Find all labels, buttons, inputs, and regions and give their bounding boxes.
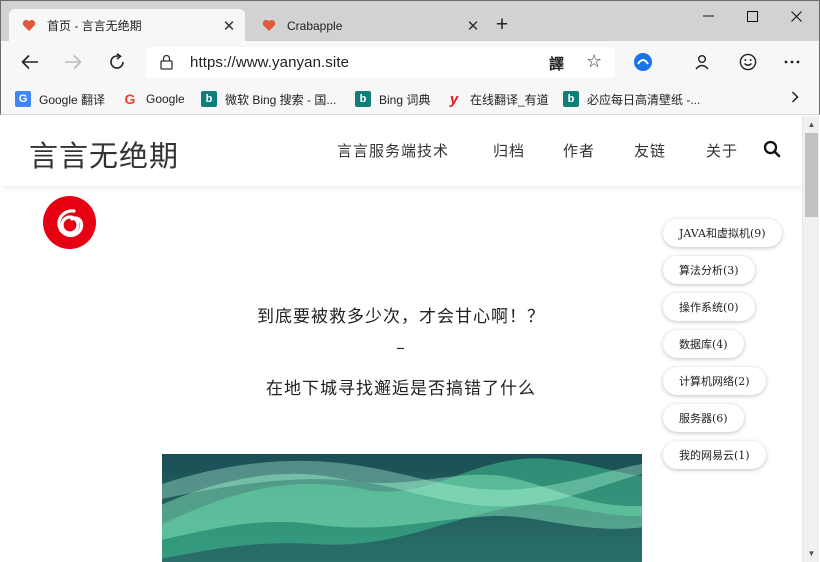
emoji-feedback-icon[interactable] — [732, 47, 764, 77]
favorite-label: Bing 词典 — [379, 92, 431, 107]
close-tab-icon[interactable]: ✕ — [219, 16, 239, 36]
tab-home[interactable]: 首页 - 言言无绝期 ✕ — [9, 9, 245, 42]
scroll-up-arrow-icon[interactable]: ▲ — [803, 116, 820, 133]
site-title[interactable]: 言言无绝期 — [29, 133, 179, 175]
url-text[interactable]: https://www.yanyan.site — [190, 54, 349, 71]
google-icon: G — [124, 91, 136, 107]
translate-icon[interactable]: 譯 — [549, 53, 564, 74]
favorite-label: 微软 Bing 搜索 - 国... — [225, 92, 337, 107]
title-bar: 首页 - 言言无绝期 ✕ Crabapple ✕ + — [0, 0, 820, 42]
tab-title: 首页 - 言言无绝期 — [47, 19, 142, 33]
forward-button[interactable] — [57, 47, 89, 77]
nav-link-friends[interactable]: 友链 — [634, 140, 666, 161]
refresh-button[interactable] — [101, 47, 133, 77]
favorite-label: 必应每日高清壁纸 -... — [587, 92, 701, 107]
favorite-google[interactable]: G Google — [122, 89, 185, 109]
category-algorithms[interactable]: 算法分析(3) — [663, 256, 755, 284]
favorite-star-icon[interactable]: ☆ — [586, 51, 602, 72]
favorite-bing-search[interactable]: b 微软 Bing 搜索 - 国... — [201, 89, 336, 109]
favorite-label: Google 翻译 — [39, 92, 106, 107]
netease-music-icon[interactable] — [43, 196, 96, 249]
category-java-jvm[interactable]: JAVA和虚拟机(9) — [663, 219, 782, 247]
nav-link-about[interactable]: 关于 — [706, 140, 738, 161]
address-bar[interactable]: https://www.yanyan.site 譯 ☆ — [146, 47, 615, 78]
minimize-button[interactable] — [685, 1, 731, 31]
lock-icon[interactable] — [160, 54, 173, 75]
google-translate-icon: G — [15, 91, 31, 107]
more-menu-icon[interactable] — [776, 47, 808, 77]
nav-link-server-tech[interactable]: 言言服务端技术 — [337, 140, 449, 161]
maximize-button[interactable] — [729, 1, 775, 31]
favorite-label: Google — [146, 92, 185, 106]
category-databases[interactable]: 数据库(4) — [663, 330, 744, 358]
back-button[interactable] — [14, 47, 46, 77]
close-tab-icon[interactable]: ✕ — [463, 16, 483, 36]
bing-icon: b — [355, 91, 371, 107]
category-operating-systems[interactable]: 操作系统(0) — [663, 293, 755, 321]
chevron-right-icon[interactable] — [785, 88, 805, 110]
tab-crabapple[interactable]: Crabapple ✕ — [249, 9, 489, 42]
profile-icon[interactable] — [686, 47, 718, 77]
heart-favicon-icon — [21, 18, 37, 34]
category-netease-music[interactable]: 我的网易云(1) — [663, 441, 766, 469]
site-header: 言言无绝期 言言服务端技术 归档 作者 友链 关于 — [1, 116, 802, 186]
bing-icon: b — [201, 91, 217, 107]
quote-line-1: 到底要被救多少次，才会甘心啊！？ — [257, 307, 545, 327]
window-close-button[interactable] — [773, 1, 819, 31]
tab-title: Crabapple — [287, 18, 343, 33]
bing-icon: b — [563, 91, 579, 107]
extension-icon[interactable] — [627, 47, 659, 77]
favorite-youdao[interactable]: y 在线翻译_有道 — [446, 89, 549, 109]
quote-line-2: 在地下城寻找邂逅是否搞错了什么 — [266, 379, 536, 399]
scrollbar-thumb[interactable] — [805, 133, 818, 217]
heart-favicon-icon — [261, 18, 277, 34]
category-networks[interactable]: 计算机网络(2) — [663, 367, 766, 395]
nav-link-author[interactable]: 作者 — [563, 140, 595, 161]
favorites-bar: G Google 翻译 G Google b 微软 Bing 搜索 - 国...… — [0, 83, 820, 115]
favorite-label: 在线翻译_有道 — [470, 92, 549, 107]
youdao-icon: y — [449, 90, 459, 108]
aurora-hero-image — [162, 454, 642, 562]
category-servers[interactable]: 服务器(6) — [663, 404, 744, 432]
scroll-down-arrow-icon[interactable]: ▼ — [803, 545, 820, 562]
favorite-bing-dictionary[interactable]: b Bing 词典 — [355, 89, 430, 109]
favorite-google-translate[interactable]: G Google 翻译 — [15, 89, 105, 109]
nav-link-archive[interactable]: 归档 — [493, 140, 525, 161]
search-icon[interactable] — [763, 140, 781, 163]
quote-dash: – — [396, 338, 406, 358]
vertical-scrollbar[interactable]: ▲ ▼ — [802, 116, 819, 562]
browser-toolbar: https://www.yanyan.site 譯 ☆ — [0, 41, 820, 83]
new-tab-button[interactable]: + — [491, 14, 513, 36]
favorite-bing-wallpaper[interactable]: b 必应每日高清壁纸 -... — [563, 89, 700, 109]
page-viewport: 言言无绝期 言言服务端技术 归档 作者 友链 关于 到底要被救多少次，才会甘心啊… — [1, 116, 802, 562]
